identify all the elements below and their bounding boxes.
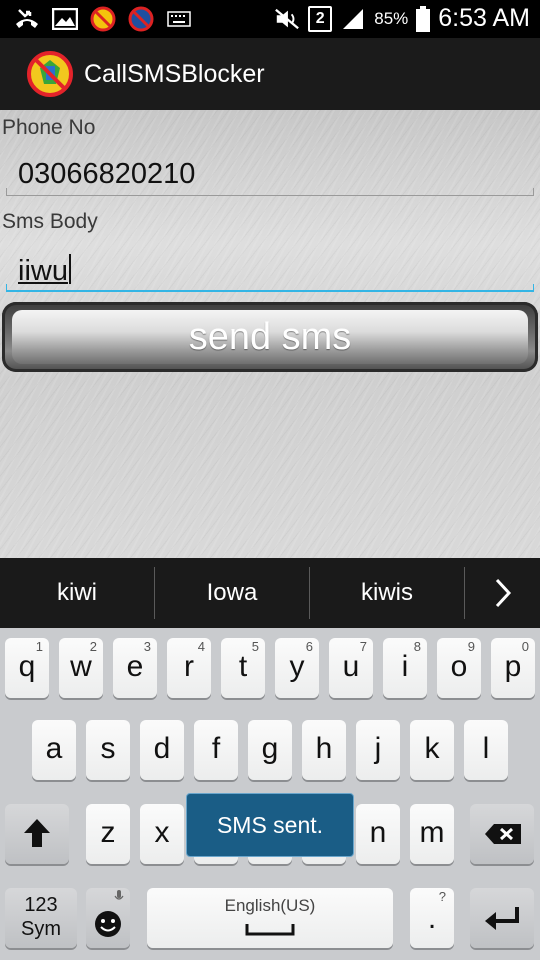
mute-icon	[274, 6, 300, 32]
sim-icon: 2	[308, 5, 333, 32]
battery-icon	[416, 5, 431, 32]
key-i[interactable]: 8i	[383, 638, 427, 698]
key-s[interactable]: s	[86, 720, 130, 780]
key-j[interactable]: j	[356, 720, 400, 780]
phone-field[interactable]: 03066820210	[6, 152, 534, 196]
suggestion-item[interactable]: kiwi	[0, 567, 154, 619]
phone-label: Phone No	[2, 116, 96, 139]
sms-form: Phone No 03066820210 Sms Body iiwu send …	[0, 110, 540, 558]
key-l[interactable]: l	[464, 720, 508, 780]
send-sms-label: send sms	[188, 315, 352, 358]
emoji-key[interactable]	[86, 888, 130, 948]
key-d[interactable]: d	[140, 720, 184, 780]
image-icon	[52, 6, 78, 32]
enter-key[interactable]	[470, 888, 534, 948]
key-h[interactable]: h	[302, 720, 346, 780]
key-u[interactable]: 7u	[329, 638, 373, 698]
shift-key[interactable]	[5, 804, 69, 864]
space-key[interactable]: English(US)	[147, 888, 393, 948]
send-sms-button[interactable]: send sms	[2, 302, 538, 372]
mic-icon	[114, 890, 124, 900]
toast: SMS sent.	[186, 793, 354, 857]
shift-arrow-icon	[24, 819, 50, 847]
key-z[interactable]: z	[86, 804, 130, 864]
clock: 6:53 AM	[438, 4, 530, 32]
backspace-icon	[485, 824, 521, 844]
key-a[interactable]: a	[32, 720, 76, 780]
key-y[interactable]: 6y	[275, 638, 319, 698]
key-k[interactable]: k	[410, 720, 454, 780]
sms-body-label: Sms Body	[2, 210, 98, 233]
status-bar: 2 85% 6:53 AM	[0, 0, 540, 38]
toast-message: SMS sent.	[216, 811, 324, 838]
battery-percent: 85%	[374, 8, 409, 28]
missed-call-icon	[14, 6, 40, 32]
key-t[interactable]: 5t	[221, 638, 265, 698]
sms-body-value: iiwu	[18, 255, 68, 287]
suggestion-item[interactable]: Iowa	[155, 567, 309, 619]
action-bar: CallSMSBlocker	[0, 38, 540, 112]
app-logo-icon	[26, 50, 74, 98]
symbols-key[interactable]: 123 Sym	[5, 888, 77, 948]
suggestion-item[interactable]: kiwis	[310, 567, 464, 619]
key-m[interactable]: m	[410, 804, 454, 864]
emoji-icon	[95, 911, 121, 937]
keyboard-icon	[166, 6, 192, 32]
key-q[interactable]: 1q	[5, 638, 49, 698]
suggestion-bar: kiwi Iowa kiwis	[0, 558, 540, 628]
key-e[interactable]: 3e	[113, 638, 157, 698]
enter-icon	[485, 907, 519, 930]
app-title: CallSMSBlocker	[84, 60, 265, 88]
key-x[interactable]: x	[140, 804, 184, 864]
key-g[interactable]: g	[248, 720, 292, 780]
key-f[interactable]: f	[194, 720, 238, 780]
key-r[interactable]: 4r	[167, 638, 211, 698]
key-p[interactable]: 0p	[491, 638, 535, 698]
block-call-icon	[128, 6, 154, 32]
period-key[interactable]: ? .	[410, 888, 454, 948]
chevron-right-icon[interactable]	[465, 567, 540, 619]
key-w[interactable]: 2w	[59, 638, 103, 698]
sms-body-field[interactable]: iiwu	[6, 248, 534, 292]
text-cursor	[68, 254, 71, 284]
backspace-key[interactable]	[470, 804, 534, 864]
key-n[interactable]: n	[356, 804, 400, 864]
phone-value: 03066820210	[18, 158, 196, 190]
key-o[interactable]: 9o	[437, 638, 481, 698]
space-bar-icon	[245, 924, 295, 936]
signal-icon	[340, 6, 366, 32]
blocker-icon	[90, 6, 116, 32]
